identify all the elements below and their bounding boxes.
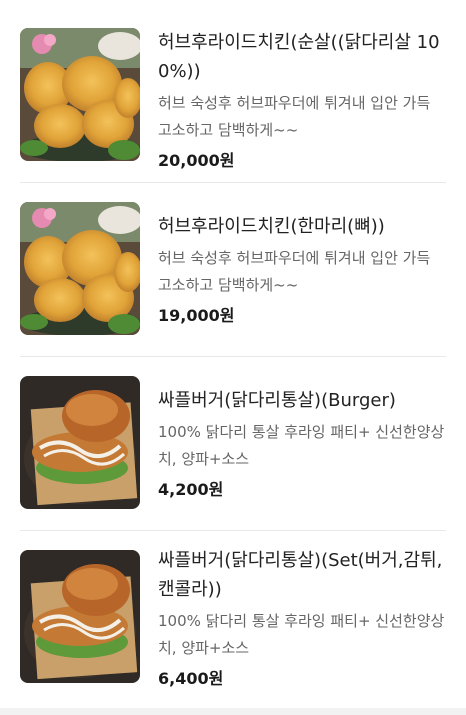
menu-item-burger-set[interactable]: 싸플버거(닭다리통살)(Set(버거,감튀,캔콜라)) 100% 닭다리 통살 … [0, 530, 466, 704]
menu-item-price: 20,000원 [158, 151, 235, 170]
bottom-separator [0, 708, 466, 715]
menu-item-info: 싸플버거(닭다리통살)(Set(버거,감튀,캔콜라)) 100% 닭다리 통살 … [158, 546, 448, 690]
menu-item-description: 허브 숙성후 허브파우더에 튀겨내 입안 가득 고소하고 담백하게~~ [158, 94, 431, 139]
menu-item-description: 허브 숙성후 허브파우더에 튀겨내 입안 가득 고소하고 담백하게~~ [158, 249, 431, 294]
menu-item-name: 싸플버거(닭다리통살)(Set(버거,감튀,캔콜라)) [158, 550, 443, 600]
menu-item-herb-fried-boneless[interactable]: 허브후라이드치킨(순살((닭다리살 100%)) 허브 숙성후 허브파우더에 튀… [0, 8, 466, 182]
menu-item-info: 싸플버거(닭다리통살)(Burger) 100% 닭다리 통살 후라잉 패티+ … [158, 386, 448, 501]
menu-item-price: 19,000원 [158, 306, 235, 325]
fried-chicken-photo [20, 202, 140, 335]
menu-item-name: 싸플버거(닭다리통살)(Burger) [158, 390, 396, 411]
menu-item-price: 6,400원 [158, 669, 224, 688]
menu-item-burger[interactable]: 싸플버거(닭다리통살)(Burger) 100% 닭다리 통살 후라잉 패티+ … [0, 356, 466, 530]
menu-item-description: 100% 닭다리 통살 후라잉 패티+ 신선한양상치, 양파+소스 [158, 612, 445, 657]
menu-item-price: 4,200원 [158, 480, 224, 499]
chicken-burger-photo [20, 550, 140, 683]
fried-chicken-photo [20, 28, 140, 161]
menu-item-info: 허브후라이드치킨(한마리(뼈)) 허브 숙성후 허브파우더에 튀겨내 입안 가득… [158, 212, 448, 327]
chicken-burger-photo [20, 376, 140, 509]
menu-item-info: 허브후라이드치킨(순살((닭다리살 100%)) 허브 숙성후 허브파우더에 튀… [158, 28, 448, 172]
menu-item-description: 100% 닭다리 통살 후라잉 패티+ 신선한양상치, 양파+소스 [158, 423, 445, 468]
menu-item-name: 허브후라이드치킨(순살((닭다리살 100%)) [158, 32, 440, 82]
menu-item-herb-fried-whole[interactable]: 허브후라이드치킨(한마리(뼈)) 허브 숙성후 허브파우더에 튀겨내 입안 가득… [0, 182, 466, 356]
menu-item-name: 허브후라이드치킨(한마리(뼈)) [158, 216, 385, 237]
